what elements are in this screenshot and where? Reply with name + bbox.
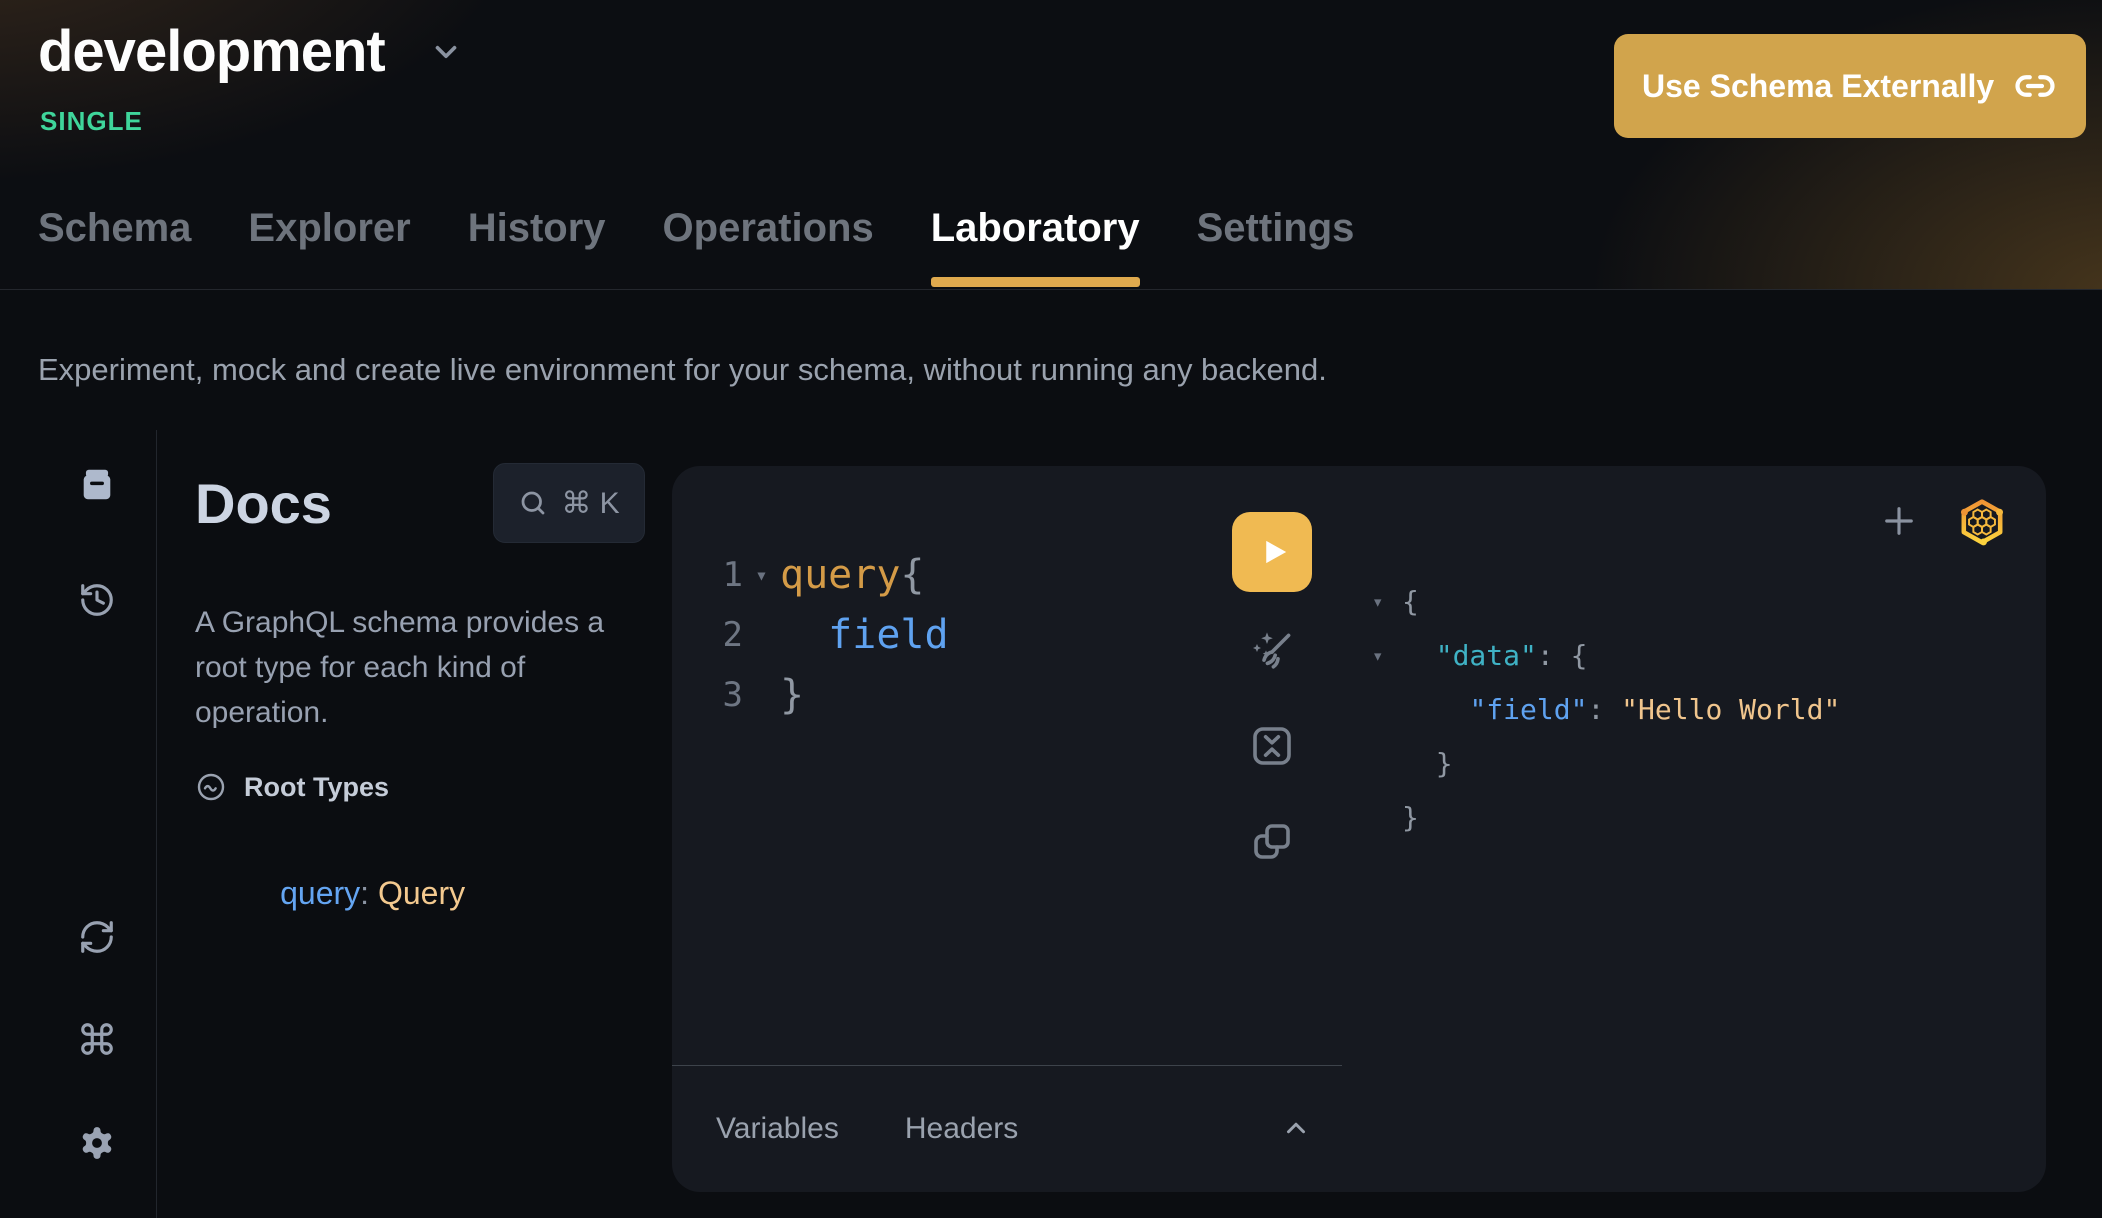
open-brace: { (1571, 639, 1588, 672)
fold-triangle-icon[interactable]: ▾ (1372, 575, 1402, 629)
root-types-icon (195, 771, 227, 803)
hive-laboratory-page: development SINGLE Use Schema Externally… (0, 0, 2102, 1218)
use-schema-externally-label: Use Schema Externally (1642, 68, 1994, 105)
response-punct: { (1402, 575, 1419, 629)
response-line: } (1372, 737, 1840, 791)
editor-footer: Variables Headers (672, 1065, 1342, 1192)
query-keyword: query (780, 552, 900, 598)
search-icon (518, 488, 548, 518)
root-types-header: Root Types (195, 771, 389, 803)
settings-gear-icon[interactable] (78, 1124, 116, 1162)
tab-headers[interactable]: Headers (905, 1112, 1018, 1146)
add-tab-button[interactable] (1878, 500, 1920, 545)
close-brace: } (1402, 737, 1453, 791)
query-editor-line[interactable]: 1 ▾ query{ (672, 545, 1232, 605)
add-tab-icon (1878, 500, 1920, 542)
fold-gutter (743, 605, 780, 665)
docs-description: A GraphQL schema provides a root type fo… (195, 600, 645, 735)
link-icon (2014, 65, 2056, 107)
environment-badge: SINGLE (40, 106, 143, 137)
content-area: Docs ⌘ K A GraphQL schema provides a roo… (0, 430, 2102, 1218)
project-name: development (38, 18, 385, 85)
execute-play-icon (1249, 529, 1295, 575)
editor-toolbar (1232, 512, 1316, 866)
merge-fragments-icon (1248, 722, 1296, 770)
copy-query-icon (1248, 818, 1296, 866)
docs-header: Docs ⌘ K (195, 463, 645, 543)
fold-gutter (1372, 791, 1402, 845)
response-key-field: "field" (1469, 693, 1587, 726)
field-token: field (780, 605, 949, 665)
copy-query-button[interactable] (1232, 818, 1312, 866)
root-type-separator: : (360, 875, 378, 911)
main-tabs: Schema Explorer History Operations Labor… (38, 206, 1354, 289)
open-brace: { (900, 552, 924, 598)
tab-operations[interactable]: Operations (663, 206, 874, 289)
response-line: "field": "Hello World" (1372, 683, 1840, 737)
root-types-label: Root Types (244, 772, 389, 803)
close-brace: } (1402, 791, 1419, 845)
prettify-button[interactable] (1232, 628, 1312, 676)
docs-title: Docs (195, 471, 332, 536)
tab-laboratory[interactable]: Laboratory (931, 206, 1140, 289)
docs-book-icon[interactable] (78, 466, 116, 504)
tab-settings[interactable]: Settings (1197, 206, 1355, 289)
colon: : (1587, 693, 1621, 726)
laboratory-sidebar (0, 430, 157, 1218)
project-selector[interactable]: development (38, 18, 463, 85)
execute-button[interactable] (1232, 512, 1312, 592)
fold-triangle-icon[interactable]: ▾ (743, 545, 780, 605)
graphiql-panel: 1 ▾ query{ 2 field 3 } (672, 466, 2046, 1192)
response-line: ▾ "data": { (1372, 629, 1840, 683)
indent (1402, 639, 1436, 672)
query-editor-line[interactable]: 2 field (672, 605, 1232, 665)
colon: : (1537, 639, 1571, 672)
sync-schema-icon[interactable] (78, 918, 116, 956)
chevron-up-icon (1278, 1110, 1314, 1146)
response-key-data: "data" (1436, 639, 1537, 672)
response-line: ▾ { (1372, 575, 1840, 629)
panel-top-right-icons (1878, 496, 2008, 548)
fold-gutter (743, 665, 780, 725)
tab-explorer[interactable]: Explorer (248, 206, 410, 289)
tab-schema[interactable]: Schema (38, 206, 191, 289)
use-schema-externally-button[interactable]: Use Schema Externally (1614, 34, 2086, 138)
search-button[interactable]: ⌘ K (493, 463, 645, 543)
prettify-icon (1248, 628, 1296, 676)
response-line: } (1372, 791, 1840, 845)
line-number: 3 (672, 665, 743, 725)
response-string-value: "Hello World" (1621, 693, 1840, 726)
fold-gutter (1372, 737, 1402, 791)
chevron-down-icon (429, 35, 463, 69)
keyboard-shortcuts-icon[interactable] (78, 1020, 116, 1058)
query-editor[interactable]: 1 ▾ query{ 2 field 3 } (672, 545, 1232, 725)
line-number: 2 (672, 605, 743, 665)
response-viewer: ▾ { ▾ "data": { "field": "Hello World" } (1372, 575, 1840, 845)
page-subtitle: Experiment, mock and create live environ… (38, 352, 1327, 388)
root-type-query-link[interactable]: query: Query (209, 838, 465, 949)
query-editor-line[interactable]: 3 } (672, 665, 1232, 725)
root-type-field-name[interactable]: query (280, 875, 360, 911)
fold-gutter (1372, 683, 1402, 737)
hive-logo-icon[interactable] (1956, 496, 2008, 548)
merge-fragments-button[interactable] (1232, 722, 1312, 770)
search-shortcut-label: ⌘ K (561, 486, 619, 521)
line-number: 1 (672, 545, 743, 605)
tab-variables[interactable]: Variables (716, 1112, 839, 1146)
root-type-name[interactable]: Query (378, 875, 465, 911)
fold-triangle-icon[interactable]: ▾ (1372, 629, 1402, 683)
history-icon[interactable] (78, 581, 116, 619)
indent (1402, 693, 1469, 726)
collapse-footer-button[interactable] (1278, 1110, 1314, 1149)
close-brace: } (780, 665, 804, 725)
app-header: development SINGLE Use Schema Externally… (0, 0, 2102, 290)
tab-history[interactable]: History (468, 206, 606, 289)
